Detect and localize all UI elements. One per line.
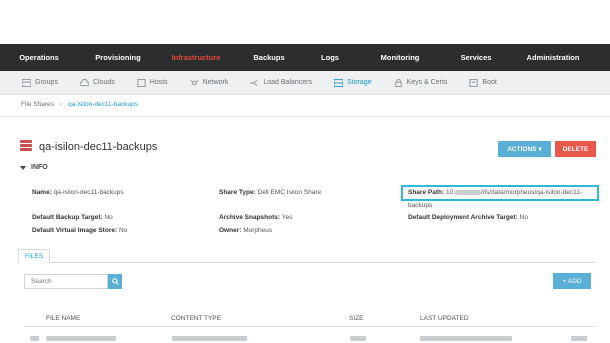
- breadcrumb-parent[interactable]: File Shares: [21, 101, 54, 108]
- subnav-network[interactable]: Network: [190, 79, 229, 87]
- column-header-last-updated[interactable]: LAST UPDATED: [420, 315, 469, 322]
- field-value: No: [519, 214, 528, 221]
- lock-icon: [394, 78, 402, 87]
- nav-administration[interactable]: Administration: [508, 53, 598, 62]
- groups-icon: [22, 78, 31, 87]
- divider: [0, 116, 610, 117]
- network-icon: [190, 79, 199, 85]
- subnav-groups[interactable]: Groups: [22, 78, 58, 87]
- top-nav: Operations Provisioning Infrastructure B…: [0, 44, 610, 71]
- nav-provisioning[interactable]: Provisioning: [78, 53, 158, 62]
- redacted-ip: [454, 189, 481, 195]
- redacted-cell: [30, 336, 39, 341]
- field-value: Yes: [281, 214, 293, 221]
- field-label: Owner:: [219, 227, 242, 234]
- hosts-icon: [137, 78, 146, 87]
- field-archive-snapshots: Archive Snapshots: Yes: [219, 214, 292, 221]
- field-label: Default Backup Target:: [32, 214, 103, 221]
- search-button[interactable]: [108, 274, 122, 289]
- nav-monitoring[interactable]: Monitoring: [356, 53, 444, 62]
- cloud-icon: [79, 78, 89, 86]
- subnav-label: Groups: [35, 79, 58, 86]
- search-icon: [111, 278, 119, 285]
- field-value: No: [104, 214, 113, 221]
- breadcrumb-current: qa-isilon-dec11-backups: [68, 101, 139, 108]
- field-label: Default Virtual Image Store:: [32, 227, 118, 234]
- page-title: qa-isilon-dec11-backups: [39, 141, 158, 153]
- field-virtual-image-store: Default Virtual Image Store: No: [32, 227, 127, 234]
- field-value: qa-isilon-dec11-backups: [53, 189, 124, 196]
- subnav-label: Keys & Certs: [406, 79, 448, 86]
- page-header: qa-isilon-dec11-backups: [20, 140, 157, 154]
- breadcrumb: File Shares › qa-isilon-dec11-backups: [21, 101, 138, 108]
- field-value: Dell EMC Isilon Share: [257, 189, 322, 196]
- field-owner: Owner: Morpheus: [219, 227, 272, 234]
- column-header-size[interactable]: SIZE: [349, 315, 363, 322]
- actions-button[interactable]: ACTIONS ▾: [498, 141, 551, 157]
- subnav-hosts[interactable]: Hosts: [137, 78, 168, 87]
- subnav-label: Hosts: [149, 79, 168, 86]
- subnav-label: Load Balancers: [263, 79, 313, 86]
- field-label: Name:: [32, 189, 52, 196]
- nav-operations[interactable]: Operations: [0, 53, 78, 62]
- search-input[interactable]: [24, 274, 108, 289]
- subnav-storage[interactable]: Storage: [334, 78, 372, 87]
- share-path-continued: backups: [408, 202, 433, 209]
- column-header-content-type[interactable]: CONTENT TYPE: [171, 315, 221, 322]
- nav-logs[interactable]: Logs: [304, 53, 356, 62]
- caret-down-icon: [20, 165, 26, 170]
- column-header-file-name[interactable]: FILE NAME: [46, 315, 80, 322]
- breadcrumb-separator: ›: [59, 101, 63, 108]
- subnav-label: Network: [202, 79, 229, 86]
- field-backup-target: Default Backup Target: No: [32, 214, 113, 221]
- redacted-cell: [172, 336, 247, 341]
- field-label: Share Path:: [408, 189, 445, 196]
- boot-icon: [469, 78, 478, 87]
- nav-backups[interactable]: Backups: [234, 53, 304, 62]
- field-share-type: Share Type: Dell EMC Isilon Share: [219, 189, 321, 196]
- field-value: /ifs/data/morpheus/qa-isilon-dec11-: [480, 189, 583, 196]
- load-balancer-icon: [250, 79, 258, 86]
- field-value: Morpheus: [243, 227, 273, 234]
- chevron-down-icon: ▾: [538, 146, 542, 153]
- tab-divider: [18, 262, 596, 263]
- subnav-label: Clouds: [92, 79, 115, 86]
- nav-infrastructure[interactable]: Infrastructure: [158, 53, 234, 62]
- add-button[interactable]: + ADD: [553, 273, 591, 289]
- redacted-cell: [350, 336, 366, 341]
- field-label: Archive Snapshots:: [219, 214, 281, 221]
- storage-icon: [334, 78, 344, 87]
- delete-button[interactable]: DELETE: [555, 141, 596, 157]
- subnav-load-balancers[interactable]: Load Balancers: [250, 79, 312, 87]
- share-path-prefix: 10.: [445, 189, 455, 196]
- actions-label: ACTIONS: [507, 145, 537, 153]
- subnav-keys-certs[interactable]: Keys & Certs: [394, 78, 448, 87]
- field-name: Name: qa-isilon-dec11-backups: [32, 189, 124, 196]
- field-label: Default Deployment Archive Target:: [408, 214, 518, 221]
- tab-files[interactable]: FILES: [18, 249, 50, 263]
- field-label: Share Type:: [219, 189, 256, 196]
- field-deploy-archive: Default Deployment Archive Target: No: [408, 214, 528, 221]
- field-share-path: Share Path: 10. /ifs/data/morpheus/qa-isi…: [408, 189, 582, 196]
- redacted-cell: [46, 336, 116, 341]
- field-value: No: [118, 227, 128, 234]
- info-label: INFO: [31, 164, 48, 171]
- nav-services[interactable]: Services: [444, 53, 508, 62]
- subnav-label: Boot: [482, 79, 497, 86]
- info-toggle[interactable]: INFO: [20, 164, 48, 171]
- sub-nav: Groups Clouds Hosts Network Load Balance…: [0, 71, 610, 95]
- subnav-boot[interactable]: Boot: [469, 78, 497, 87]
- table-header-divider: [24, 326, 596, 327]
- file-share-icon: [20, 140, 32, 154]
- subnav-clouds[interactable]: Clouds: [79, 78, 115, 87]
- redacted-cell: [571, 336, 587, 341]
- subnav-label: Storage: [347, 79, 372, 86]
- redacted-cell: [420, 336, 512, 341]
